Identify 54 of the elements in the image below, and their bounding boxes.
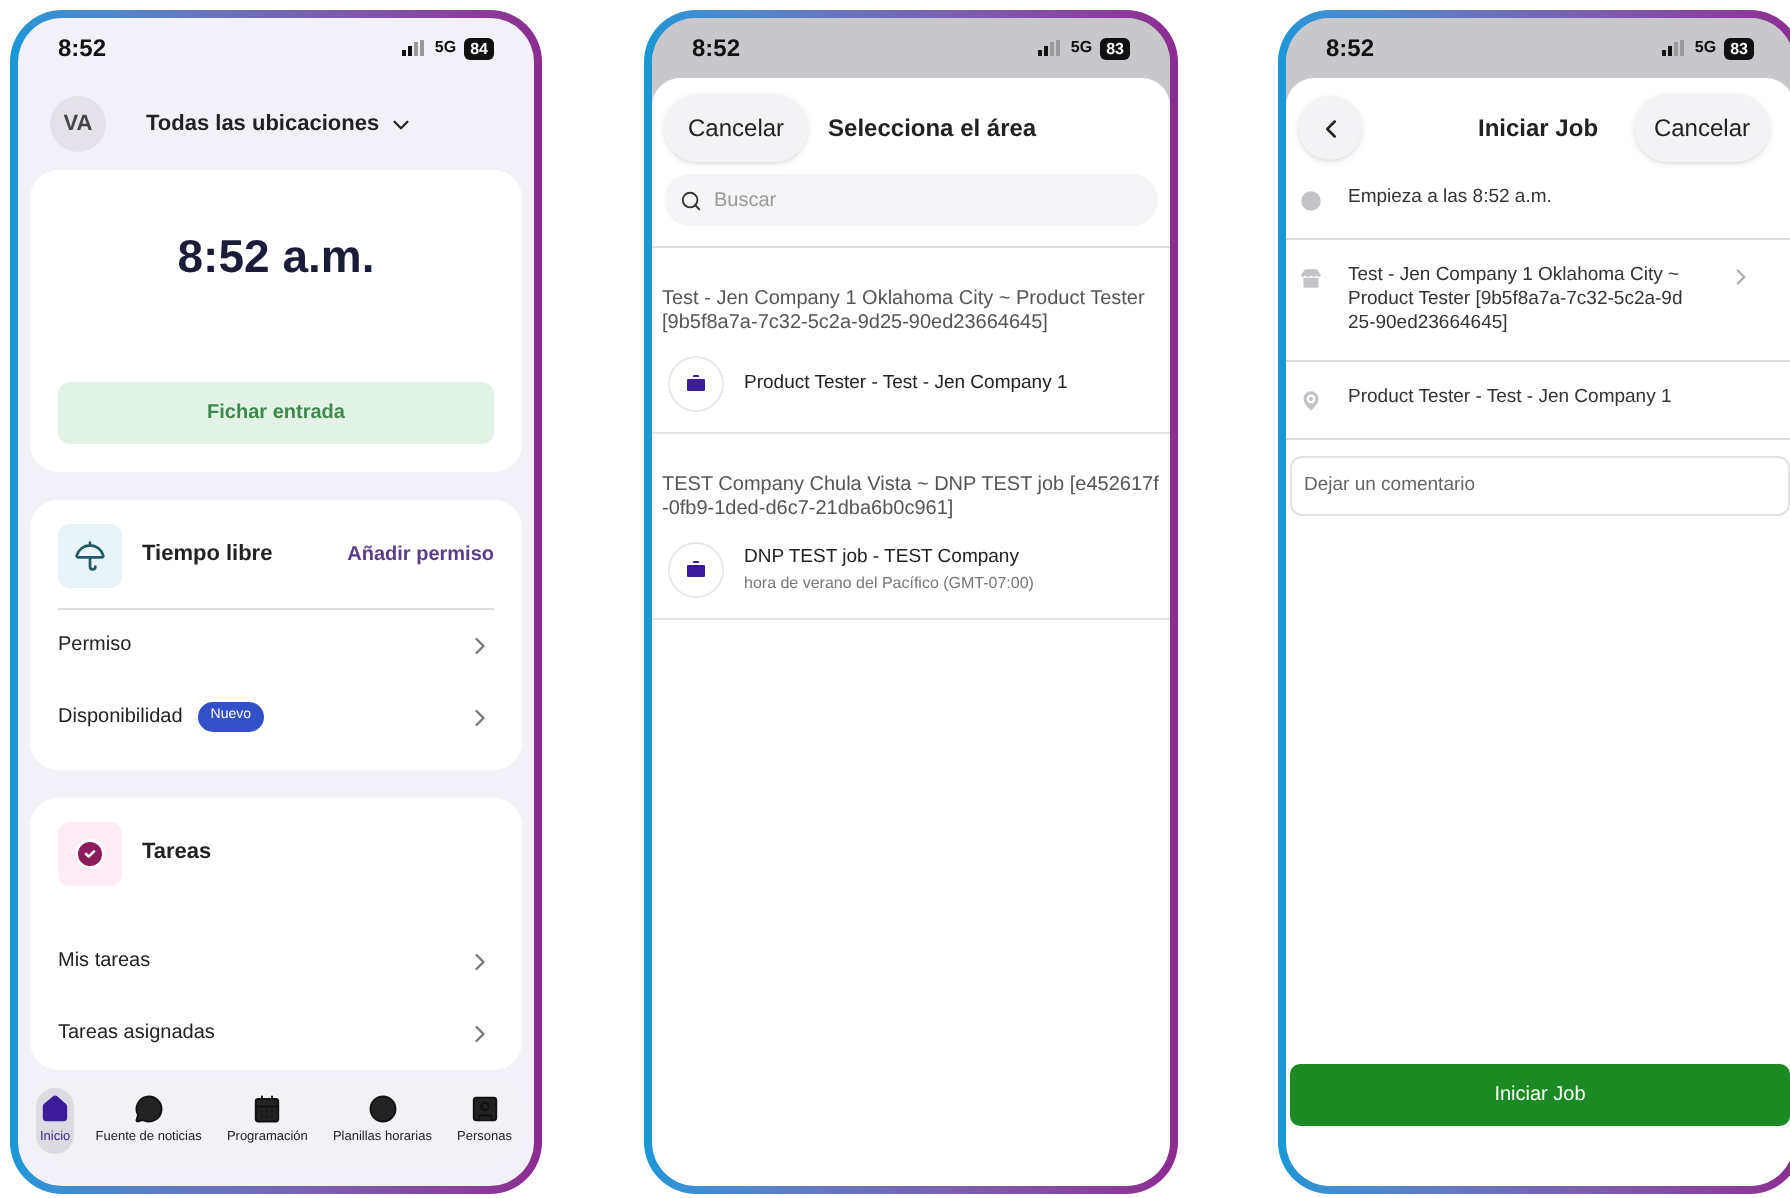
item-subtitle: hora de verano del Pacífico (GMT-07:00) <box>744 572 1034 597</box>
map-pin-icon <box>1298 388 1324 414</box>
item-title: Product Tester - Test - Jen Company 1 <box>744 369 1068 398</box>
row-text: Test - Jen Company 1 Oklahoma City ~ Product Tester [9b5f8a7a-7c32-5c2a-9d25-90ed23664645] <box>1348 264 1685 336</box>
house-icon <box>40 1094 71 1125</box>
row-label: Tareas asignadas <box>58 1020 215 1048</box>
chat-bubble-icon <box>133 1094 164 1125</box>
menu-row[interactable]: Tareas asignadas <box>58 997 494 1069</box>
network-label: 5G <box>1070 36 1093 60</box>
row-text: Product Tester - Test - Jen Company 1 <box>1348 386 1674 410</box>
clock-in-button[interactable]: Fichar entrada <box>58 381 494 443</box>
signal-icon <box>1038 40 1063 56</box>
menu-row[interactable]: Permiso <box>58 609 494 681</box>
network-label: 5G <box>1694 36 1717 60</box>
comment-field[interactable]: Dejar un comentario <box>1290 456 1790 516</box>
battery-icon: 83 <box>1100 37 1130 59</box>
calendar-icon <box>252 1094 283 1125</box>
start-job-button[interactable]: Iniciar Job <box>1290 1064 1790 1126</box>
row-label: Mis tareas <box>58 948 151 976</box>
back-button[interactable] <box>1298 96 1362 160</box>
current-time: 8:52 a.m. <box>177 228 375 286</box>
cancel-button[interactable]: Cancelar <box>1633 94 1770 162</box>
info-row[interactable]: Test - Jen Company 1 Oklahoma City ~ Product Tester [9b5f8a7a-7c32-5c2a-9d25-90ed23664645] <box>1286 240 1790 362</box>
screen-title: Iniciar Job <box>1478 112 1599 146</box>
status-time: 8:52 <box>692 32 741 66</box>
item-title: DNP TEST job - TEST Company <box>744 543 1021 572</box>
menu-row[interactable]: Mis tareas <box>58 925 494 997</box>
area-item[interactable]: Product Tester - Test - Jen Company 1 <box>652 336 1170 434</box>
signal-icon <box>1662 40 1687 56</box>
avatar[interactable]: VA <box>50 96 106 152</box>
section-title: Tiempo libre <box>142 540 273 571</box>
status-time: 8:52 <box>58 32 107 66</box>
search-icon <box>680 189 702 211</box>
screen-title: Selecciona el área <box>828 112 1037 146</box>
briefcase-icon <box>668 356 724 412</box>
row-label: Disponibilidad <box>58 704 183 732</box>
row-text: Empieza a las 8:52 a.m. <box>1348 186 1554 210</box>
battery-icon: 84 <box>464 37 494 59</box>
cancel-button[interactable]: Cancelar <box>664 94 809 162</box>
area-item[interactable]: DNP TEST job - TEST Company hora de verano del Pacífico (GMT-07:00) <box>652 522 1170 620</box>
section-title: Tareas <box>142 838 212 869</box>
status-time: 8:52 <box>1326 32 1375 66</box>
add-leave-link[interactable]: Añadir permiso <box>347 540 494 570</box>
location-dropdown[interactable]: Todas las ubicaciones <box>146 107 414 141</box>
row-label: Permiso <box>58 632 132 660</box>
signal-icon <box>402 40 427 56</box>
umbrella-icon <box>58 523 122 587</box>
group-heading: Test - Jen Company 1 Oklahoma City ~ Product Tester [9b5f8a7a-7c32-5c2a-9d25-90ed23664645] <box>660 288 1147 336</box>
store-icon <box>1298 266 1324 292</box>
battery-icon: 83 <box>1724 37 1754 59</box>
briefcase-icon <box>668 542 724 598</box>
contact-card-icon <box>469 1094 500 1125</box>
network-label: 5G <box>434 36 457 60</box>
group-heading: TEST Company Chula Vista ~ DNP TEST job [e452617f-0fb9-1ded-d6c7-21dba6b0c961] <box>660 474 1161 522</box>
